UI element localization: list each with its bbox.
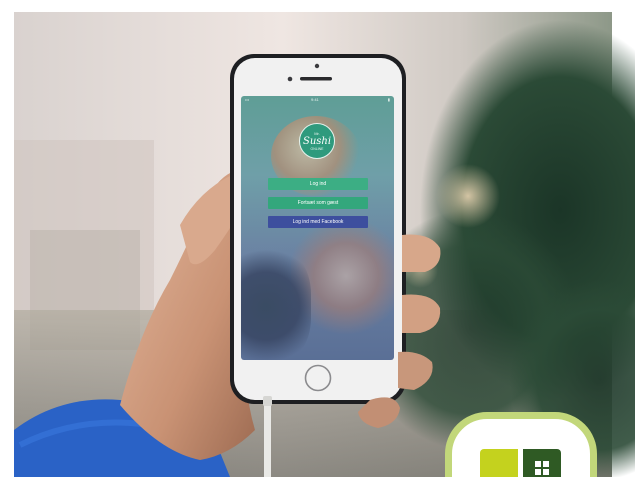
sushi-photo [241, 246, 311, 360]
logo-line-3: ONLINE [310, 146, 324, 151]
brand-badge [445, 412, 597, 477]
photo-scene: ••• 9:41 ▮ Mr. Sushi ONLINE Log ind Fort… [0, 0, 635, 477]
logo-line-2: Sushi [302, 135, 332, 147]
app-screen: ••• 9:41 ▮ Mr. Sushi ONLINE Log ind Fort… [241, 96, 394, 360]
app-logo: Mr. Sushi ONLINE [299, 123, 335, 159]
continue-as-guest-button[interactable]: Fortsæt som gæst [268, 197, 368, 209]
battery-icon: ▮ [387, 97, 390, 102]
window-grid-icon [535, 461, 549, 475]
login-button[interactable]: Log ind [268, 178, 368, 190]
status-bar: ••• 9:41 ▮ [241, 96, 394, 104]
signal-indicator: ••• [245, 97, 250, 102]
brand-square-yellow [480, 449, 518, 477]
clock: 9:41 [311, 97, 319, 102]
facebook-login-button[interactable]: Log ind med Facebook [268, 216, 368, 228]
brand-square-green [523, 449, 561, 477]
